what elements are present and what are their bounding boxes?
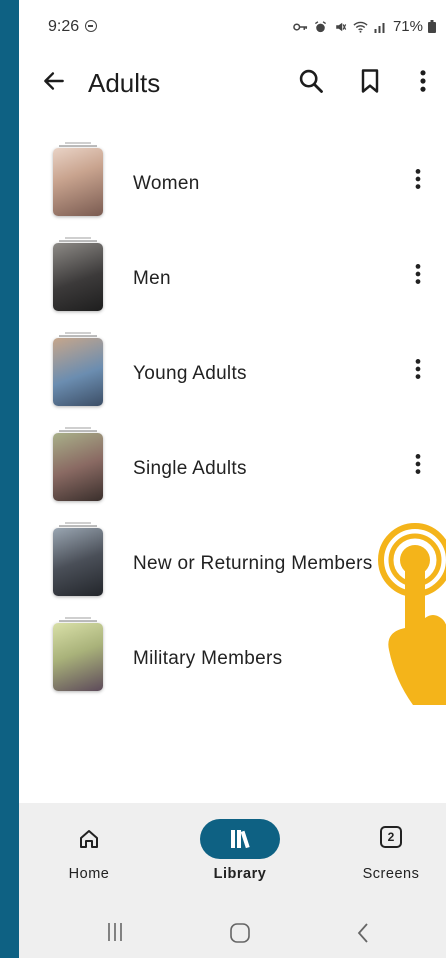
status-icons: 71% [293, 18, 436, 35]
thumbnail-image [53, 243, 103, 311]
thumbnail-stack [65, 522, 91, 524]
recent-apps-icon[interactable] [105, 922, 125, 942]
item-more-icon[interactable] [408, 166, 428, 192]
tap-pointer-icon [378, 523, 446, 705]
thumbnail-stack [65, 332, 91, 334]
thumbnail-stack [59, 620, 97, 622]
battery-icon [428, 20, 436, 33]
thumbnail-image [53, 433, 103, 501]
home-button-icon[interactable] [229, 922, 251, 944]
back-arrow-icon[interactable] [41, 68, 67, 94]
thumbnail-stack [59, 525, 97, 527]
screens-icon: 2 [380, 826, 402, 848]
thumbnail-stack [59, 145, 97, 147]
thumbnail-image [53, 528, 103, 596]
list-item-women[interactable]: Women [19, 120, 446, 216]
bottom-navigation: Home Library 2 Screens [19, 803, 446, 958]
app-bar: Adults [19, 54, 446, 114]
list-item-label: Young Adults [133, 363, 247, 384]
system-navigation-bar [19, 893, 446, 958]
thumbnail-image [53, 148, 103, 216]
bookmark-icon[interactable] [356, 67, 384, 95]
thumbnail-image [53, 338, 103, 406]
list-item-men[interactable]: Men [19, 215, 446, 311]
home-icon [80, 830, 98, 848]
thumbnail-stack [65, 427, 91, 429]
library-icon [231, 830, 250, 849]
item-more-icon[interactable] [408, 261, 428, 287]
thumbnail-stack [59, 240, 97, 242]
item-more-icon[interactable] [408, 451, 428, 477]
list-item-label: New or Returning Members [133, 553, 373, 574]
nav-library[interactable]: Library [180, 803, 300, 893]
key-icon [293, 22, 308, 31]
list-item-single-adults[interactable]: Single Adults [19, 405, 446, 501]
search-icon[interactable] [297, 67, 325, 95]
thumbnail-image [53, 623, 103, 691]
status-time: 9:26 [48, 18, 80, 35]
list-item-label: Single Adults [133, 458, 247, 479]
overflow-menu-icon[interactable] [415, 67, 431, 95]
battery-percent: 71% [392, 18, 423, 35]
list-item-young-adults[interactable]: Young Adults [19, 310, 446, 406]
status-bar: 9:26 71% [19, 0, 446, 54]
nav-home-label: Home [68, 866, 110, 882]
alarm-icon [314, 20, 326, 32]
nav-screens[interactable]: 2 Screens [331, 803, 446, 893]
thumbnail-stack [65, 617, 91, 619]
nav-library-label: Library [213, 866, 267, 882]
thumbnail-stack [59, 335, 97, 337]
nav-screens-label: Screens [362, 866, 420, 882]
do-not-disturb-icon [85, 20, 97, 32]
phone-screen: 9:26 71% Adults Women Men Young Adults S… [19, 0, 446, 958]
thumbnail-stack [59, 430, 97, 432]
signal-icon [374, 22, 385, 33]
list-item-label: Men [133, 268, 171, 289]
nav-home[interactable]: Home [29, 803, 149, 893]
list-item-label: Military Members [133, 648, 283, 669]
list-item-label: Women [133, 173, 200, 194]
thumbnail-stack [65, 142, 91, 144]
page-title: Adults [88, 68, 161, 98]
system-back-icon[interactable] [355, 922, 371, 944]
wifi-icon [353, 21, 368, 33]
item-more-icon[interactable] [408, 356, 428, 382]
thumbnail-stack [65, 237, 91, 239]
mute-icon [336, 22, 347, 31]
